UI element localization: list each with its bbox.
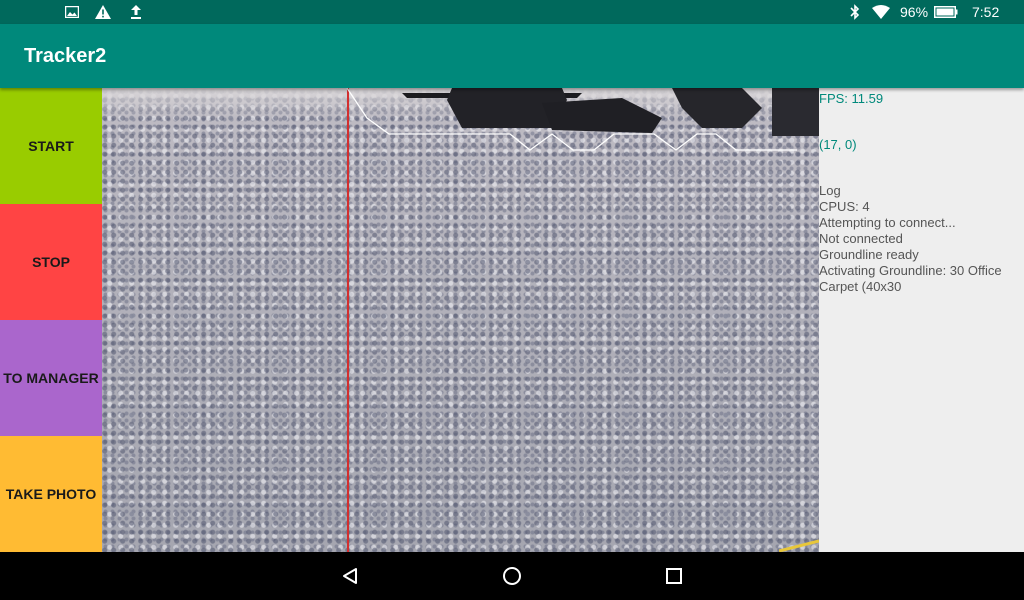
status-bar: 96% 7:52	[0, 0, 1024, 24]
stop-button[interactable]: STOP	[0, 204, 102, 320]
wifi-icon	[872, 3, 890, 21]
log-line: Not connected	[819, 231, 903, 246]
app-title: Tracker2	[24, 45, 107, 67]
recents-icon[interactable]	[662, 564, 686, 588]
start-button-label: START	[28, 138, 74, 154]
upload-icon	[127, 3, 145, 21]
coordinate-readout: (17, 0)	[819, 137, 857, 152]
log-line: Activating Groundline: 30 Office Carpet …	[819, 263, 1002, 294]
groundline-overlay	[346, 88, 797, 151]
to-manager-button-label: TO MANAGER	[3, 370, 99, 386]
log-line: Attempting to connect...	[819, 215, 956, 230]
info-panel: FPS: 11.59 (17, 0) Log CPUS: 4 Attemptin…	[819, 88, 1024, 552]
clock: 7:52	[972, 4, 1000, 20]
log-line: Groundline ready	[819, 247, 919, 262]
log-panel: Log CPUS: 4 Attempting to connect... Not…	[819, 183, 1024, 295]
camera-preview[interactable]	[102, 88, 819, 552]
log-line: CPUS: 4	[819, 199, 870, 214]
bluetooth-icon	[846, 3, 864, 21]
start-button[interactable]: START	[0, 88, 102, 204]
warning-icon	[94, 3, 112, 21]
app-bar: Tracker2	[0, 24, 1024, 88]
navigation-bar	[0, 552, 1024, 600]
battery-icon	[933, 3, 959, 21]
stop-button-label: STOP	[32, 254, 70, 270]
to-manager-button[interactable]: TO MANAGER	[0, 320, 102, 436]
battery-percent: 96%	[900, 4, 929, 20]
cable	[779, 539, 819, 552]
log-line: Log	[819, 183, 841, 198]
take-photo-button-label: TAKE PHOTO	[5, 486, 97, 502]
take-photo-button[interactable]: TAKE PHOTO	[0, 436, 102, 552]
fps-readout: FPS: 11.59	[819, 91, 884, 106]
back-icon[interactable]	[338, 564, 362, 588]
home-icon[interactable]	[500, 564, 524, 588]
image-icon	[63, 3, 81, 21]
